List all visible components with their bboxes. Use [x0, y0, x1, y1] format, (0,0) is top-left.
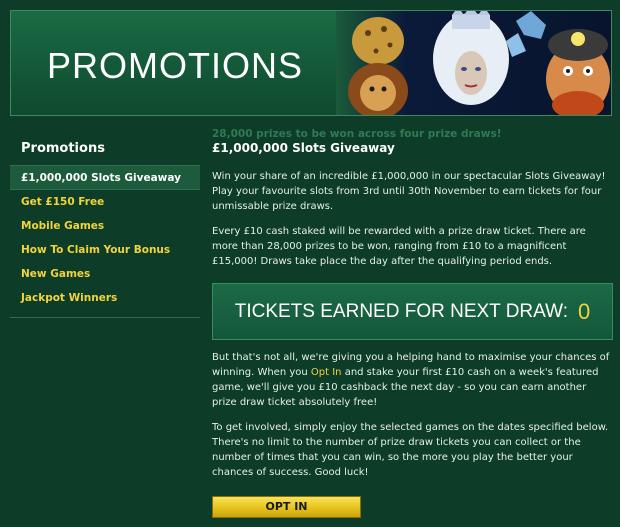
- cashback-paragraph: But that's not all, we're giving you a h…: [212, 350, 612, 410]
- prize-tagline: 28,000 prizes to be won across four priz…: [212, 128, 502, 140]
- sidebar-item-get-150-free[interactable]: Get £150 Free: [10, 190, 200, 214]
- prize-paragraph: Every £10 cash staked will be rewarded w…: [212, 226, 586, 267]
- sidebar-item-jackpot-winners[interactable]: Jackpot Winners: [10, 286, 200, 310]
- promotions-banner: PROMOTIONS: [10, 10, 612, 116]
- opt-in-link[interactable]: Opt In: [311, 367, 342, 378]
- sidebar-divider: [10, 310, 200, 318]
- sidebar-item-new-games[interactable]: New Games: [10, 262, 200, 286]
- promotion-heading: £1,000,000 Slots Giveaway: [212, 141, 395, 155]
- opt-in-button[interactable]: OPT IN: [212, 496, 361, 518]
- how-to-paragraph: To get involved, simply enjoy the select…: [212, 422, 609, 478]
- tickets-count: 0: [578, 298, 591, 324]
- promotions-sidebar: Promotions £1,000,000 Slots Giveaway Get…: [10, 132, 200, 318]
- banner-title: PROMOTIONS: [47, 45, 304, 86]
- sidebar-title: Promotions: [10, 132, 200, 166]
- tickets-earned-panel: TICKETS EARNED FOR NEXT DRAW: 0: [212, 283, 613, 340]
- intro-paragraph: Win your share of an incredible £1,000,0…: [212, 171, 606, 212]
- sidebar-item-claim-bonus[interactable]: How To Claim Your Bonus: [10, 238, 200, 262]
- promotion-content: 28,000 prizes to be won across four priz…: [212, 128, 613, 518]
- banner-characters-artwork: [336, 11, 611, 115]
- tickets-label: TICKETS EARNED FOR NEXT DRAW:: [234, 300, 568, 322]
- sidebar-item-mobile-games[interactable]: Mobile Games: [10, 214, 200, 238]
- sidebar-item-slots-giveaway[interactable]: £1,000,000 Slots Giveaway: [10, 166, 200, 190]
